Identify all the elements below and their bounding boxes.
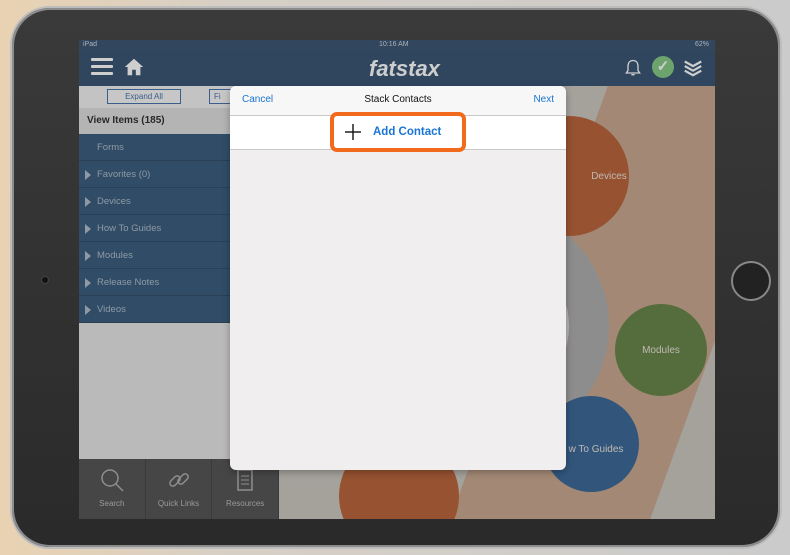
highlight-annotation: [330, 112, 466, 152]
stack-contacts-modal: Cancel Stack Contacts Next Add Contact: [230, 86, 566, 470]
home-hardware-button[interactable]: [731, 261, 771, 301]
next-button[interactable]: Next: [533, 94, 554, 105]
add-contact-row[interactable]: Add Contact: [230, 112, 566, 152]
modal-title: Stack Contacts: [364, 94, 432, 105]
camera: [41, 276, 49, 284]
